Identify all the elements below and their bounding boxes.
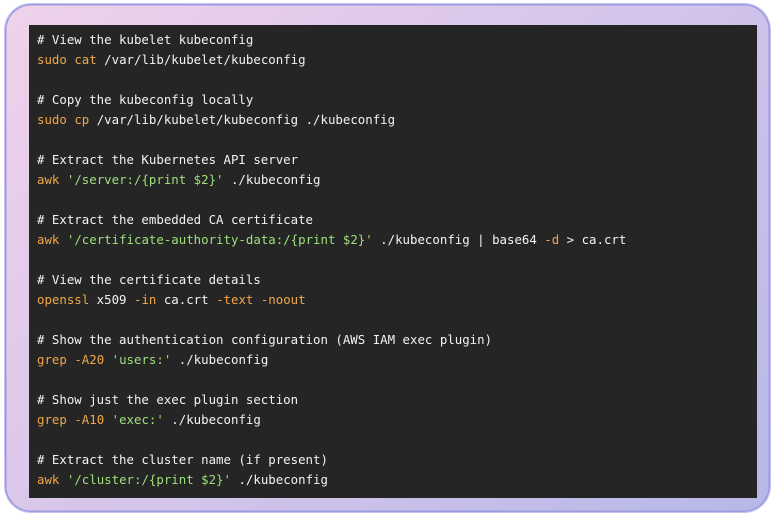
code-command-line: sudo cat /var/lib/kubelet/kubeconfig <box>37 50 757 70</box>
code-token-comment: # Show just the exec plugin section <box>37 392 299 407</box>
code-comment-line: # Extract the cluster name (if present) <box>37 450 757 470</box>
screenshot-frame: # View the kubelet kubeconfig sudo cat /v… <box>5 4 770 512</box>
code-command-line: awk '/server:/{print $2}' ./kubeconfig <box>37 170 757 190</box>
code-comment-line: # Copy the kubeconfig locally <box>37 90 757 110</box>
code-command-line: openssl x509 -in ca.crt -text -noout <box>37 290 757 310</box>
code-token-flag: -in <box>133 292 157 307</box>
code-token-kw: grep <box>37 412 67 427</box>
code-token-kw: cp <box>74 112 90 127</box>
code-token-flag: -noout <box>260 292 306 307</box>
code-token-comment: # Copy the kubeconfig locally <box>37 92 254 107</box>
code-token-plain: ./kubeconfig | base64 <box>372 232 545 247</box>
code-block[interactable]: # View the kubelet kubeconfig sudo cat /v… <box>29 25 757 498</box>
code-command-line: awk '/certificate-authority-data:/{print… <box>37 230 757 250</box>
code-comment-line: # Show just the exec plugin section <box>37 390 757 410</box>
code-token-plain: ./kubeconfig <box>223 172 321 187</box>
code-token-plain: ./kubeconfig <box>171 352 269 367</box>
code-comment-line: # Extract the embedded CA certificate <box>37 210 757 230</box>
code-token-kw: awk <box>37 232 60 247</box>
code-token-comment: # Extract the cluster name (if present) <box>37 452 328 467</box>
code-token-kw: sudo <box>37 112 67 127</box>
code-token-comment: # Extract the embedded CA certificate <box>37 212 314 227</box>
code-token-plain: ca.crt <box>156 292 217 307</box>
code-comment-line: # View the kubelet kubeconfig <box>37 30 757 50</box>
code-token-kw: cat <box>74 52 97 67</box>
code-token-plain: ./kubeconfig <box>230 472 328 487</box>
code-token-str: '/server:/{print $2}' <box>66 172 224 187</box>
code-token-flag: -d <box>544 232 560 247</box>
code-token-flag: -text <box>216 292 254 307</box>
code-token-plain: x509 <box>89 292 134 307</box>
code-token-kw: awk <box>37 172 60 187</box>
code-token-kw: sudo <box>37 52 67 67</box>
code-command-line: awk '/cluster:/{print $2}' ./kubeconfig <box>37 470 757 490</box>
code-token-comment: # Extract the Kubernetes API server <box>37 152 299 167</box>
code-token-plain: > ca.crt <box>559 232 627 247</box>
code-token-comment: # Show the authentication configuration … <box>37 332 493 347</box>
code-token-str: '/certificate-authority-data:/{print $2}… <box>66 232 373 247</box>
code-token-kw: awk <box>37 472 60 487</box>
code-command-line: sudo cp /var/lib/kubelet/kubeconfig ./ku… <box>37 110 757 130</box>
code-token-str: '/cluster:/{print $2}' <box>66 472 231 487</box>
code-token-plain: /var/lib/kubelet/kubeconfig ./kubeconfig <box>89 112 396 127</box>
code-token-str: 'exec:' <box>111 412 164 427</box>
code-token-kw: openssl <box>37 292 90 307</box>
code-token-flag: -A10 <box>74 412 105 427</box>
code-token-flag: -A20 <box>74 352 105 367</box>
code-token-plain: ./kubeconfig <box>163 412 261 427</box>
code-token-str: 'users:' <box>111 352 172 367</box>
code-token-kw: grep <box>37 352 67 367</box>
code-command-line: grep -A20 'users:' ./kubeconfig <box>37 350 757 370</box>
code-comment-line: # View the certificate details <box>37 270 757 290</box>
code-token-plain: /var/lib/kubelet/kubeconfig <box>96 52 306 67</box>
code-command-line: grep -A10 'exec:' ./kubeconfig <box>37 410 757 430</box>
code-comment-line: # Show the authentication configuration … <box>37 330 757 350</box>
code-comment-line: # Extract the Kubernetes API server <box>37 150 757 170</box>
code-token-comment: # View the certificate details <box>37 272 261 287</box>
code-token-comment: # View the kubelet kubeconfig <box>37 32 254 47</box>
